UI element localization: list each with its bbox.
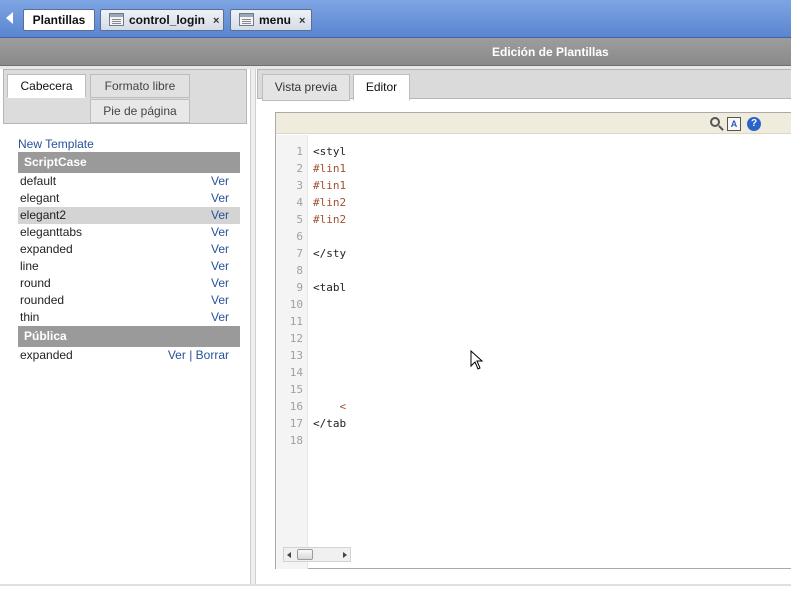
template-actions: Ver | Borrar <box>168 347 229 364</box>
template-name: rounded <box>20 293 65 307</box>
tab-label: menu <box>259 13 292 27</box>
scroll-right-icon[interactable] <box>343 552 347 558</box>
template-type-tabs: Cabecera Formato libre Pie de página <box>3 69 247 124</box>
action-separator: | <box>189 348 193 362</box>
editor-tabs: Vista previa Editor <box>257 69 791 101</box>
template-name: eleganttabs <box>20 225 83 239</box>
line-number: 8 <box>296 264 303 277</box>
bottom-border <box>0 584 791 586</box>
code-line: < <box>313 400 347 413</box>
line-number: 18 <box>289 434 303 447</box>
template-name: elegant <box>20 191 60 205</box>
line-number: 10 <box>289 298 303 311</box>
code-editor: A ? 1 2 3 4 5 6 7 8 9 10 11 12 13 14 15 … <box>275 112 791 569</box>
group-header-scriptcase: ScriptCase <box>18 152 240 173</box>
top-tab-bar: Plantillas control_login × menu × <box>0 0 791 38</box>
tab-plantillas[interactable]: Plantillas <box>23 9 95 31</box>
view-link[interactable]: Ver <box>211 258 229 275</box>
list-item: expanded Ver | Borrar <box>18 347 240 364</box>
group-header-publica: Pública <box>18 326 240 347</box>
line-number: 12 <box>289 332 303 345</box>
view-link[interactable]: Ver <box>211 224 229 241</box>
menu-app-icon <box>239 13 254 26</box>
close-icon[interactable]: × <box>213 15 219 27</box>
new-template-link[interactable]: New Template <box>18 137 240 152</box>
line-number: 7 <box>296 247 303 260</box>
view-link[interactable]: Ver <box>211 190 229 207</box>
view-link[interactable]: Ver <box>211 241 229 258</box>
list-item-selected[interactable]: elegant2 Ver <box>18 207 240 224</box>
list-item: rounded Ver <box>18 292 240 309</box>
panel-splitter[interactable] <box>250 69 256 586</box>
code-line: </sty <box>313 247 347 260</box>
line-number: 3 <box>296 179 303 192</box>
template-name: expanded <box>20 348 73 362</box>
section-title: Edición de Plantillas <box>492 45 609 59</box>
view-link[interactable]: Ver <box>211 207 229 224</box>
tab-vista-previa[interactable]: Vista previa <box>262 74 350 101</box>
line-number: 17 <box>289 417 303 430</box>
template-name: thin <box>20 310 40 324</box>
template-name: expanded <box>20 242 73 256</box>
view-link[interactable]: Ver <box>168 348 186 362</box>
back-arrow-icon[interactable] <box>6 12 13 24</box>
scroll-thumb[interactable] <box>297 549 313 560</box>
line-number: 11 <box>289 315 303 328</box>
tab-editor[interactable]: Editor <box>353 74 410 101</box>
horizontal-scrollbar[interactable] <box>283 547 351 562</box>
list-item: default Ver <box>18 173 240 190</box>
line-number: 14 <box>289 366 303 379</box>
code-line: #lin1 <box>313 179 347 192</box>
view-link[interactable]: Ver <box>211 275 229 292</box>
template-name: default <box>20 174 57 188</box>
code-line: #lin2 <box>313 196 347 209</box>
view-link[interactable]: Ver <box>211 173 229 190</box>
code-line: #lin2 <box>313 213 347 226</box>
tab-menu[interactable]: menu × <box>230 9 312 31</box>
line-number: 6 <box>296 230 303 243</box>
line-number: 4 <box>296 196 303 209</box>
template-name: elegant2 <box>20 208 67 222</box>
template-list: New Template ScriptCase default Ver elega… <box>18 137 240 364</box>
code-line: </tab <box>313 417 347 430</box>
code-line: <styl <box>313 145 347 158</box>
close-icon[interactable]: × <box>299 15 305 27</box>
editor-toolbar: A ? <box>276 113 791 134</box>
tab-pie-de-pagina[interactable]: Pie de página <box>90 99 190 123</box>
form-icon <box>109 13 124 26</box>
list-item: eleganttabs Ver <box>18 224 240 241</box>
code-line: <tabl <box>313 281 347 294</box>
list-item: round Ver <box>18 275 240 292</box>
mouse-cursor-icon <box>470 350 484 370</box>
code-text-area[interactable]: <styl #lin1 #lin1 #lin2 #lin2 </sty <tab… <box>309 135 351 569</box>
list-item: expanded Ver <box>18 241 240 258</box>
template-name: line <box>20 259 39 273</box>
list-item: line Ver <box>18 258 240 275</box>
tab-control-login[interactable]: control_login × <box>100 9 224 31</box>
tab-cabecera[interactable]: Cabecera <box>7 74 86 98</box>
tab-formato-libre[interactable]: Formato libre <box>90 74 190 98</box>
line-number: 1 <box>296 145 303 158</box>
delete-link[interactable]: Borrar <box>196 348 229 362</box>
line-number-gutter: 1 2 3 4 5 6 7 8 9 10 11 12 13 14 15 16 1… <box>276 135 308 569</box>
list-item: thin Ver <box>18 309 240 326</box>
view-link[interactable]: Ver <box>211 292 229 309</box>
replace-icon[interactable]: A <box>727 117 741 131</box>
code-line: #lin1 <box>313 162 347 175</box>
line-number: 2 <box>296 162 303 175</box>
line-number: 13 <box>289 349 303 362</box>
line-number: 5 <box>296 213 303 226</box>
line-number: 9 <box>296 281 303 294</box>
tab-label: control_login <box>129 13 205 27</box>
section-header: Edición de Plantillas <box>0 38 791 66</box>
help-icon[interactable]: ? <box>747 117 761 131</box>
line-number: 15 <box>289 383 303 396</box>
list-item: elegant Ver <box>18 190 240 207</box>
search-icon[interactable] <box>710 117 720 127</box>
view-link[interactable]: Ver <box>211 309 229 326</box>
template-panel: Cabecera Formato libre Pie de página New… <box>0 69 250 586</box>
template-name: round <box>20 276 51 290</box>
scroll-left-icon[interactable] <box>287 552 291 558</box>
line-number: 16 <box>289 400 303 413</box>
